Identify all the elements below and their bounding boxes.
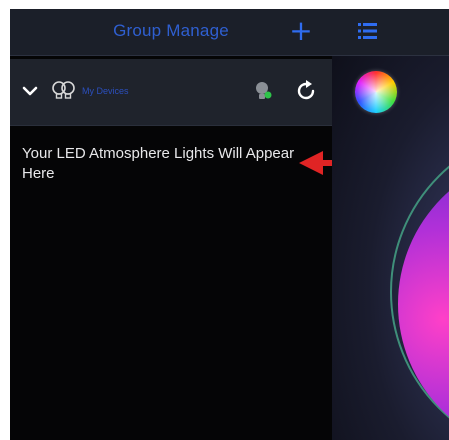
lighting-control-panel — [332, 9, 449, 440]
app-window: Group Manage + My Devices Your LED Atmos… — [10, 9, 449, 440]
bulb-toggle-icon[interactable] — [253, 80, 273, 102]
plus-icon: + — [289, 14, 313, 47]
empty-devices-message: Your LED Atmosphere Lights Will Appear H… — [22, 145, 295, 182]
group-label: My Devices — [82, 86, 129, 96]
list-icon[interactable] — [358, 22, 378, 40]
color-wheel-icon[interactable] — [355, 71, 397, 113]
bulbs-icon — [52, 81, 75, 99]
main-header — [332, 9, 449, 56]
page-title: Group Manage — [113, 21, 229, 40]
chevron-down-icon[interactable] — [22, 83, 38, 99]
group-row-my-devices[interactable]: My Devices — [10, 59, 332, 126]
sidebar-header: Group Manage + — [10, 9, 332, 56]
group-manage-sidebar: Group Manage + My Devices Your LED Atmos… — [10, 9, 332, 440]
add-group-button[interactable]: + — [286, 16, 316, 46]
refresh-icon[interactable] — [293, 78, 319, 104]
